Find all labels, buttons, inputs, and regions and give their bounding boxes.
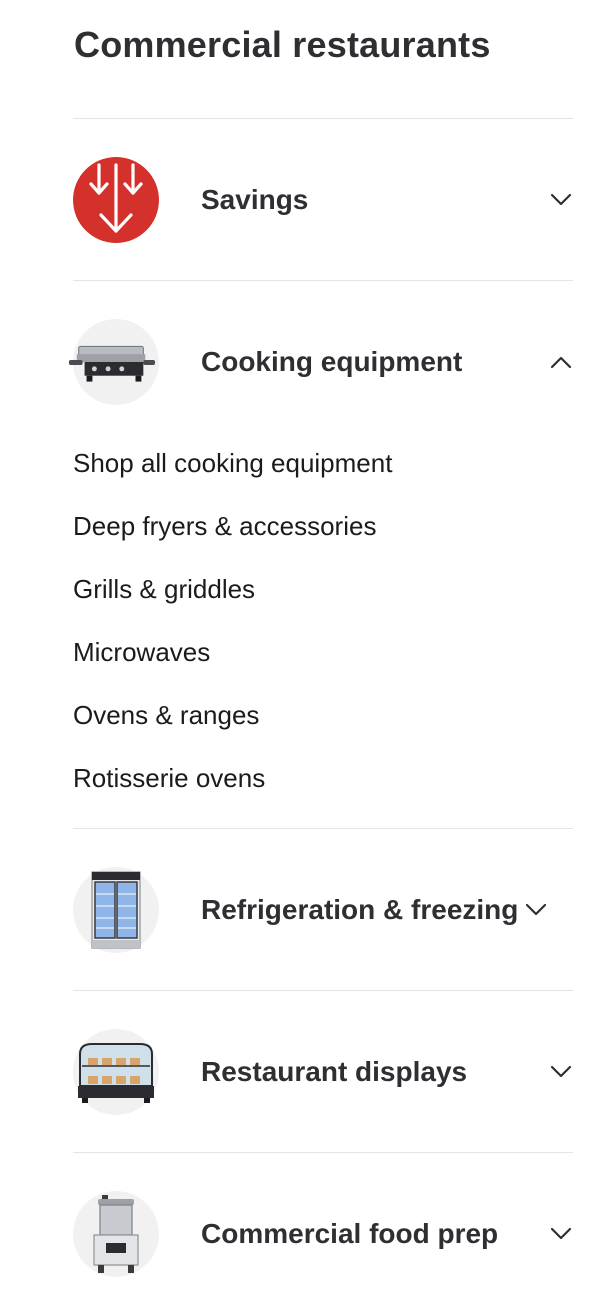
category-refrigeration-freezing[interactable]: Refrigeration & freezing	[73, 860, 573, 960]
category-restaurant-displays[interactable]: Restaurant displays	[73, 1022, 573, 1122]
refrigerator-icon	[73, 867, 159, 953]
sublink-ovens-ranges[interactable]: Ovens & ranges	[73, 692, 573, 755]
divider	[73, 118, 573, 119]
chevron-down-icon[interactable]	[549, 1222, 573, 1246]
category-cooking-equipment[interactable]: Cooking equipment	[68, 312, 573, 412]
category-label: Cooking equipment	[201, 346, 463, 377]
divider	[73, 990, 573, 991]
chevron-down-icon[interactable]	[549, 1060, 573, 1084]
chevron-up-icon[interactable]	[549, 350, 573, 374]
sublink-grills-griddles[interactable]: Grills & griddles	[73, 566, 573, 629]
sublink-deep-fryers[interactable]: Deep fryers & accessories	[73, 503, 573, 566]
chevron-down-icon[interactable]	[524, 898, 548, 922]
category-label: Restaurant displays	[201, 1056, 468, 1087]
category-commercial-food-prep[interactable]: Commercial food prep	[73, 1184, 573, 1284]
savings-arrows-icon	[73, 157, 159, 243]
category-savings[interactable]: Savings	[73, 150, 573, 250]
sublink-rotisserie-ovens[interactable]: Rotisserie ovens	[73, 755, 573, 818]
category-label: Refrigeration & freezing	[201, 894, 519, 925]
sublink-microwaves[interactable]: Microwaves	[73, 629, 573, 692]
category-label: Savings	[201, 184, 309, 215]
divider	[73, 828, 573, 829]
cooking-equipment-sublist: Shop all cooking equipment Deep fryers &…	[73, 440, 573, 818]
sublink-shop-all-cooking-equipment[interactable]: Shop all cooking equipment	[73, 440, 573, 503]
divider	[73, 1152, 573, 1153]
category-label: Commercial food prep	[201, 1218, 499, 1249]
griddle-icon	[68, 319, 159, 405]
category-menu-page: Commercial restaurants Savings Cooking e…	[0, 0, 616, 1304]
chevron-down-icon[interactable]	[549, 188, 573, 212]
display-case-icon	[73, 1029, 159, 1115]
divider	[73, 280, 573, 281]
page-title: Commercial restaurants	[74, 24, 491, 65]
food-processor-icon	[73, 1191, 159, 1277]
